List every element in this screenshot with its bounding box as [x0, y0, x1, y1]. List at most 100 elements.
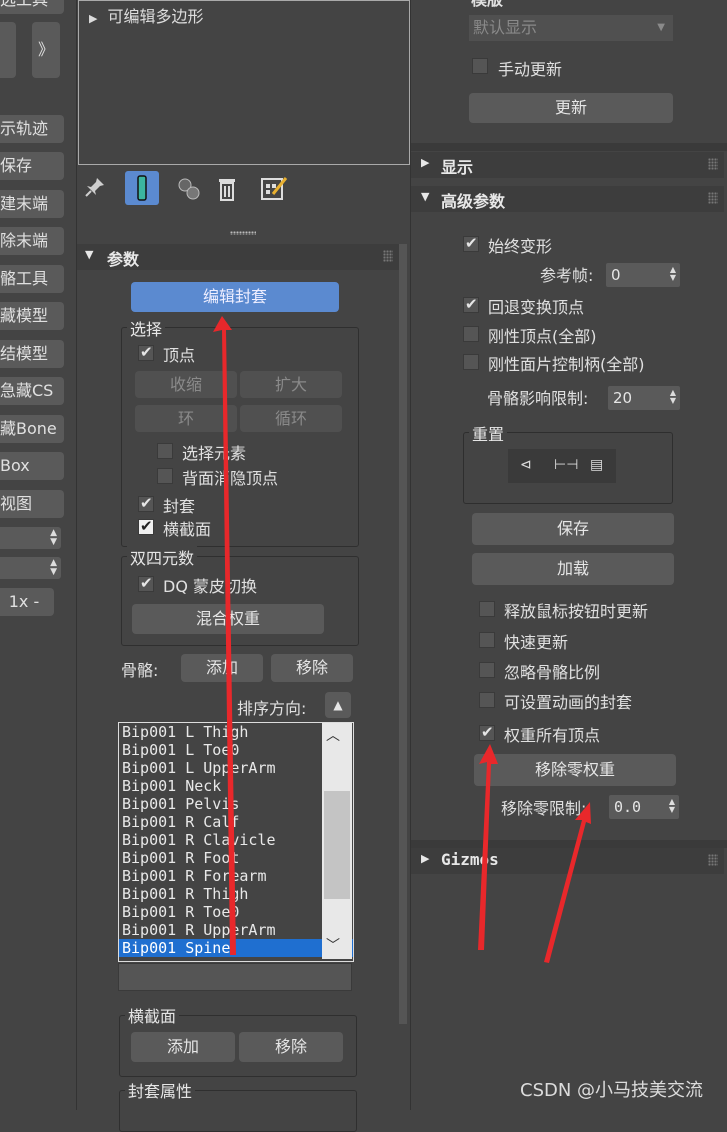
cross-section-remove-button[interactable]: 移除 — [239, 1032, 343, 1062]
bone-list[interactable]: Bip001 L Thigh Bip001 L Toe0 Bip001 L Uppe… — [118, 722, 354, 962]
dq-toggle-checkbox[interactable] — [138, 574, 154, 592]
ignore-bone-scale-checkbox[interactable] — [479, 662, 495, 678]
bone-list-item[interactable]: Bip001 R Calf — [119, 813, 353, 831]
cross-section-add-button[interactable]: 添加 — [131, 1032, 235, 1062]
advanced-rollout-header[interactable]: ▼ 高级参数 — [411, 186, 724, 212]
bone-list-item[interactable]: Bip001 R Thigh — [119, 885, 353, 903]
hide-model-button[interactable]: 藏模型 — [0, 302, 64, 330]
rollout-grip-icon — [708, 192, 718, 204]
make-unique-icon[interactable] — [175, 175, 203, 203]
bone-list-item[interactable]: Bip001 L Toe0 — [119, 741, 353, 759]
weight-all-vertices-checkbox[interactable] — [479, 723, 495, 741]
edit-envelope-button[interactable]: 编辑封套 — [131, 282, 339, 312]
trajectory-button[interactable]: 示轨迹 — [0, 115, 64, 143]
reset-icon-bar: ⊲ ⊢⊣ ▤ — [508, 449, 616, 483]
bone-list-item[interactable]: Bip001 L UpperArm — [119, 759, 353, 777]
bone-list-item[interactable]: Bip001 R Toe0 — [119, 903, 353, 921]
rigid-patch-checkbox[interactable] — [463, 354, 479, 370]
back-transform-checkbox[interactable] — [463, 295, 479, 313]
panel-scrollbar[interactable] — [399, 244, 407, 1024]
bone-list-item[interactable]: Bip001 Spine — [119, 939, 353, 957]
reset-vertex-icon[interactable]: ⊲ — [520, 457, 532, 473]
backface-cull-checkbox[interactable] — [157, 468, 173, 484]
reset-all-icon[interactable]: ▤ — [590, 457, 603, 473]
rollout-grip-icon — [708, 854, 718, 866]
dq-toggle-label: DQ 蒙皮切换 — [163, 577, 258, 596]
manual-update-checkbox[interactable] — [472, 58, 488, 74]
update-on-release-checkbox[interactable] — [479, 601, 495, 617]
remove-zero-weights-button[interactable]: 移除零权重 — [474, 754, 676, 786]
configure-sets-icon[interactable] — [259, 174, 289, 204]
select-tool-button[interactable]: 选工具 — [0, 0, 64, 14]
add-bone-button[interactable]: 添加 — [181, 654, 263, 682]
envelopes-checkbox[interactable] — [138, 494, 154, 512]
box-button[interactable]: Box — [0, 452, 64, 480]
bone-list-item[interactable]: Bip001 L Thigh — [119, 723, 353, 741]
view-button[interactable]: 视图 — [0, 490, 64, 518]
reset-bone-icon[interactable]: ⊢⊣ — [554, 457, 578, 473]
sort-up-icon[interactable]: ▲ — [325, 692, 351, 718]
fast-update-checkbox[interactable] — [479, 632, 495, 648]
bone-list-item[interactable]: Bip001 R UpperArm — [119, 921, 353, 939]
rigid-patch-label: 刚性面片控制柄(全部) — [488, 355, 645, 374]
bone-list-item[interactable]: Bip001 Pelvis — [119, 795, 353, 813]
bone-name-field[interactable] — [118, 963, 352, 991]
pin-icon[interactable] — [83, 175, 107, 199]
modifier-stack[interactable]: ▶ 可编辑多边形 — [78, 0, 410, 165]
expand-triangle-icon: ▶ — [421, 852, 430, 865]
bone-list-item[interactable]: Bip001 R Clavicle — [119, 831, 353, 849]
params-rollout-header[interactable]: ▼ 参数 — [77, 244, 399, 270]
remove-modifier-icon[interactable] — [215, 175, 239, 203]
grow-button[interactable]: 扩大 — [240, 371, 342, 398]
expand-button[interactable]: 》 — [32, 22, 60, 78]
always-deform-checkbox[interactable] — [463, 234, 479, 252]
left-spinner-2[interactable]: ▲ ▼ — [0, 557, 61, 579]
remove-zero-limit-spinner[interactable]: 0.0 ▲ ▼ — [609, 795, 679, 819]
hide-bone-button[interactable]: 藏Bone — [0, 415, 64, 443]
rigid-vertices-checkbox[interactable] — [463, 326, 479, 342]
bone-list-item[interactable]: Bip001 Neck — [119, 777, 353, 795]
dual-quat-group-label: 双四元数 — [127, 545, 198, 569]
bone-limit-spinner[interactable]: 20 ▲ ▼ — [608, 386, 680, 410]
cross-section-group-label: 横截面 — [125, 1003, 180, 1027]
splitter-grip[interactable] — [230, 231, 256, 235]
ring-button[interactable]: 环 — [135, 405, 237, 432]
shrink-button[interactable]: 收缩 — [135, 371, 237, 398]
scroll-thumb[interactable] — [324, 791, 350, 899]
remove-zero-limit-label: 移除零限制: — [501, 799, 587, 818]
display-rollout-header[interactable]: ▶ 显示 — [411, 152, 724, 178]
gizmos-rollout-header[interactable]: ▶ Gizmos — [411, 848, 724, 874]
ref-frame-spinner[interactable]: 0 ▲ ▼ — [606, 263, 680, 287]
load-button[interactable]: 加载 — [472, 553, 674, 585]
update-button[interactable]: 更新 — [469, 93, 673, 123]
hide-cs-button[interactable]: 急藏CS — [0, 377, 64, 405]
expand-triangle-icon[interactable]: ▶ — [89, 12, 97, 25]
freeze-model-button[interactable]: 结模型 — [0, 340, 64, 368]
bone-list-item[interactable]: Bip001 R Foot — [119, 849, 353, 867]
scroll-up-icon[interactable]: ︿ — [326, 725, 340, 745]
bone-tools-button[interactable]: 骼工具 — [0, 265, 64, 293]
scroll-down-icon[interactable]: ﹀ — [326, 935, 340, 955]
modifier-stack-item[interactable]: ▶ 可编辑多边形 — [89, 3, 203, 27]
loop-button[interactable]: 循环 — [240, 405, 342, 432]
zoom-button[interactable]: 1x - — [0, 588, 54, 616]
bone-list-item[interactable]: Bip001 R Forearm — [119, 867, 353, 885]
left-side-button[interactable] — [0, 22, 16, 78]
select-element-checkbox[interactable] — [157, 443, 173, 459]
cross-sections-checkbox[interactable] — [138, 517, 154, 535]
show-end-result-icon[interactable] — [125, 171, 159, 205]
remove-bone-button[interactable]: 移除 — [271, 654, 353, 682]
left-spinner-1[interactable]: ▲ ▼ — [0, 527, 61, 549]
animatable-envelopes-checkbox[interactable] — [479, 692, 495, 708]
blend-weights-button[interactable]: 混合权重 — [132, 604, 324, 634]
display-dropdown[interactable]: 默认显示 ▼ — [469, 15, 673, 41]
bones-label: 骨骼: — [121, 661, 159, 680]
manual-update-label: 手动更新 — [498, 60, 563, 79]
save-button[interactable]: 保存 — [0, 152, 64, 180]
save-button[interactable]: 保存 — [472, 513, 674, 545]
bone-list-scrollbar[interactable]: ︿ ﹀ — [322, 723, 352, 959]
create-end-button[interactable]: 建末端 — [0, 190, 64, 218]
delete-end-button[interactable]: 除末端 — [0, 227, 64, 255]
vertices-checkbox[interactable] — [138, 343, 154, 361]
rigid-vertices-label: 刚性顶点(全部) — [488, 327, 597, 346]
